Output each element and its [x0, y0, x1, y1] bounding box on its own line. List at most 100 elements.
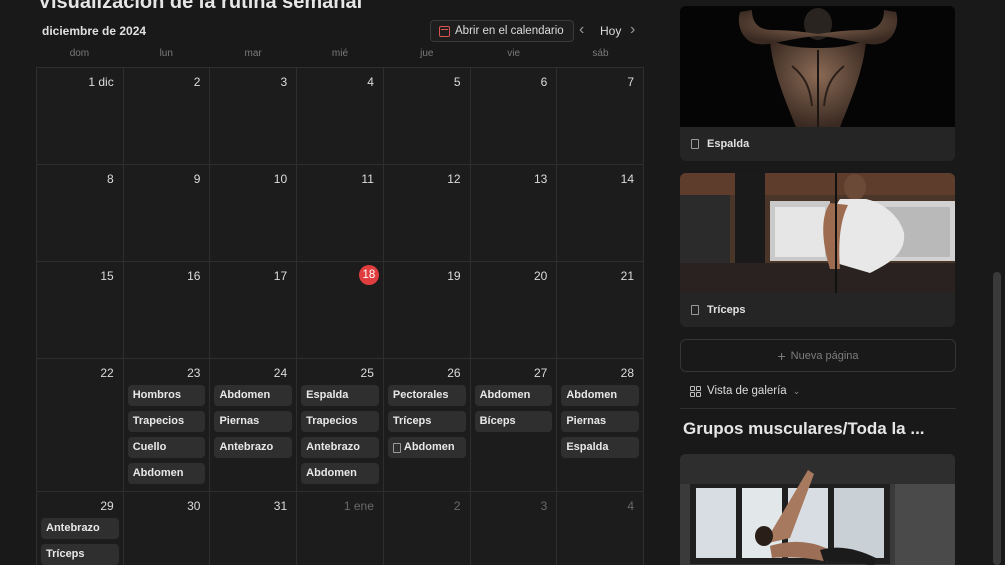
- card-footer-espalda: Espalda: [680, 127, 955, 161]
- week-row: 15 16 17 18 19 20 21: [37, 262, 645, 359]
- day-cell[interactable]: 3: [470, 492, 558, 565]
- event-chip[interactable]: Piernas: [214, 411, 293, 432]
- event-chip[interactable]: Tríceps: [387, 411, 466, 432]
- event-chip[interactable]: Abdomen: [474, 385, 553, 406]
- day-cell[interactable]: 27 Abdomen Bíceps: [470, 359, 558, 492]
- day-cell[interactable]: 16: [123, 262, 211, 359]
- chevron-right-icon[interactable]: ›: [630, 22, 635, 38]
- event-label: Espalda: [566, 441, 609, 453]
- day-cell[interactable]: 11: [297, 165, 384, 262]
- day-number: 2: [193, 75, 201, 89]
- event-chip[interactable]: Pectorales: [387, 385, 466, 406]
- event-chip[interactable]: Abdomen: [127, 463, 206, 484]
- day-cell[interactable]: 14: [557, 165, 645, 262]
- gallery-card-espalda[interactable]: Espalda: [680, 6, 955, 161]
- gallery-view-selector[interactable]: Vista de galería ⌄: [690, 385, 800, 397]
- event-chip[interactable]: Trapecios: [127, 411, 206, 432]
- new-page-label: Nueva página: [790, 349, 859, 362]
- day-cell[interactable]: 28 Abdomen Piernas Espalda: [557, 359, 645, 492]
- day-cell[interactable]: 8: [37, 165, 124, 262]
- divider: [680, 408, 956, 409]
- day-cell[interactable]: 25 Espalda Trapecios Antebrazo Abdomen: [297, 359, 384, 492]
- week-row: 8 9 10 11 12 13 14: [37, 165, 645, 262]
- event-label: Antebrazo: [219, 441, 274, 453]
- scrollbar[interactable]: [993, 272, 1001, 565]
- day-cell[interactable]: 21: [557, 262, 645, 359]
- day-cell[interactable]: 17: [210, 262, 298, 359]
- chevron-left-icon[interactable]: ‹: [579, 22, 584, 38]
- today-button[interactable]: Hoy: [600, 24, 621, 38]
- day-cell[interactable]: 23 Hombros Trapecios Cuello Abdomen: [123, 359, 211, 492]
- today-date-badge: 18: [358, 265, 379, 285]
- event-chip[interactable]: Espalda: [301, 385, 379, 406]
- week-row: 22 23 Hombros Trapecios Cuello Abdomen 24 Abdom…: [37, 359, 645, 492]
- page-icon: [691, 305, 699, 315]
- day-cell[interactable]: 22: [37, 359, 124, 492]
- day-cell[interactable]: 9: [123, 165, 211, 262]
- day-cell[interactable]: 6: [470, 68, 558, 165]
- event-label: Abdomen: [132, 467, 184, 479]
- day-number: 9: [193, 172, 201, 186]
- new-page-button[interactable]: + Nueva página: [680, 339, 956, 372]
- event-chip[interactable]: Antebrazo: [301, 437, 379, 458]
- event-chip[interactable]: Antebrazo: [41, 518, 119, 539]
- day-number: 21: [620, 269, 635, 283]
- day-number: 19: [447, 269, 461, 283]
- day-cell[interactable]: 2: [123, 68, 211, 165]
- day-cell[interactable]: 30: [123, 492, 211, 565]
- day-cell[interactable]: 29 Antebrazo Tríceps: [37, 492, 124, 565]
- day-number: 10: [273, 172, 288, 186]
- calendar-icon: [439, 25, 450, 37]
- page-title: Visualización de la rutina semanal: [38, 0, 363, 13]
- event-chip[interactable]: Bíceps: [474, 411, 553, 432]
- event-chip[interactable]: Tríceps: [41, 544, 119, 565]
- day-cell[interactable]: 10: [210, 165, 298, 262]
- event-list: Abdomen Bíceps: [474, 385, 553, 432]
- day-number: 23: [187, 366, 201, 380]
- event-label: Tríceps: [392, 415, 432, 427]
- day-cell[interactable]: 24 Abdomen Piernas Antebrazo: [210, 359, 298, 492]
- card-title: Tríceps: [707, 304, 746, 316]
- event-chip[interactable]: Abdomen: [301, 463, 379, 484]
- weekday-header: dom lun mar mié jue vie sáb: [36, 48, 644, 66]
- weekday-label: lun: [159, 48, 173, 59]
- card-image-triceps: [680, 173, 955, 293]
- day-cell[interactable]: 18: [297, 262, 384, 359]
- day-number: 6: [540, 75, 548, 89]
- day-cell[interactable]: 15: [37, 262, 124, 359]
- day-cell[interactable]: 12: [383, 165, 471, 262]
- card-image-full-body: [680, 454, 955, 565]
- day-number: 27: [533, 366, 548, 380]
- day-cell[interactable]: 4: [557, 492, 645, 565]
- gallery-card-full-body[interactable]: [680, 454, 955, 565]
- day-cell[interactable]: 26 Pectorales Tríceps Abdomen: [383, 359, 471, 492]
- open-calendar-button[interactable]: Abrir en el calendario: [430, 20, 574, 42]
- gallery-card-triceps[interactable]: Tríceps: [680, 173, 955, 327]
- weekday-label: mié: [331, 48, 349, 59]
- event-chip[interactable]: Abdomen: [561, 385, 640, 406]
- day-cell[interactable]: 31: [210, 492, 298, 565]
- day-cell[interactable]: 1 ene: [297, 492, 384, 565]
- event-chip[interactable]: Antebrazo: [214, 437, 293, 458]
- day-cell[interactable]: 7: [557, 68, 645, 165]
- event-chip[interactable]: Hombros: [127, 385, 206, 406]
- day-cell[interactable]: 1 dic: [37, 68, 124, 165]
- day-number: 5: [453, 75, 461, 89]
- event-chip[interactable]: Abdomen: [214, 385, 293, 406]
- week-row: 1 dic 2 3 4 5 6 7: [37, 68, 645, 165]
- day-cell[interactable]: 4: [297, 68, 384, 165]
- event-chip[interactable]: Abdomen: [387, 437, 466, 458]
- day-number: 7: [627, 75, 635, 89]
- event-chip[interactable]: Trapecios: [301, 411, 379, 432]
- day-cell[interactable]: 19: [383, 262, 471, 359]
- event-chip[interactable]: Espalda: [561, 437, 640, 458]
- event-chip[interactable]: Cuello: [127, 437, 206, 458]
- day-cell[interactable]: 20: [470, 262, 558, 359]
- day-cell[interactable]: 2: [383, 492, 471, 565]
- day-cell[interactable]: 13: [470, 165, 558, 262]
- event-chip[interactable]: Piernas: [561, 411, 640, 432]
- day-cell[interactable]: 3: [210, 68, 298, 165]
- day-cell[interactable]: 5: [383, 68, 471, 165]
- event-list: Antebrazo Tríceps: [41, 518, 119, 565]
- event-label: Antebrazo: [46, 522, 100, 534]
